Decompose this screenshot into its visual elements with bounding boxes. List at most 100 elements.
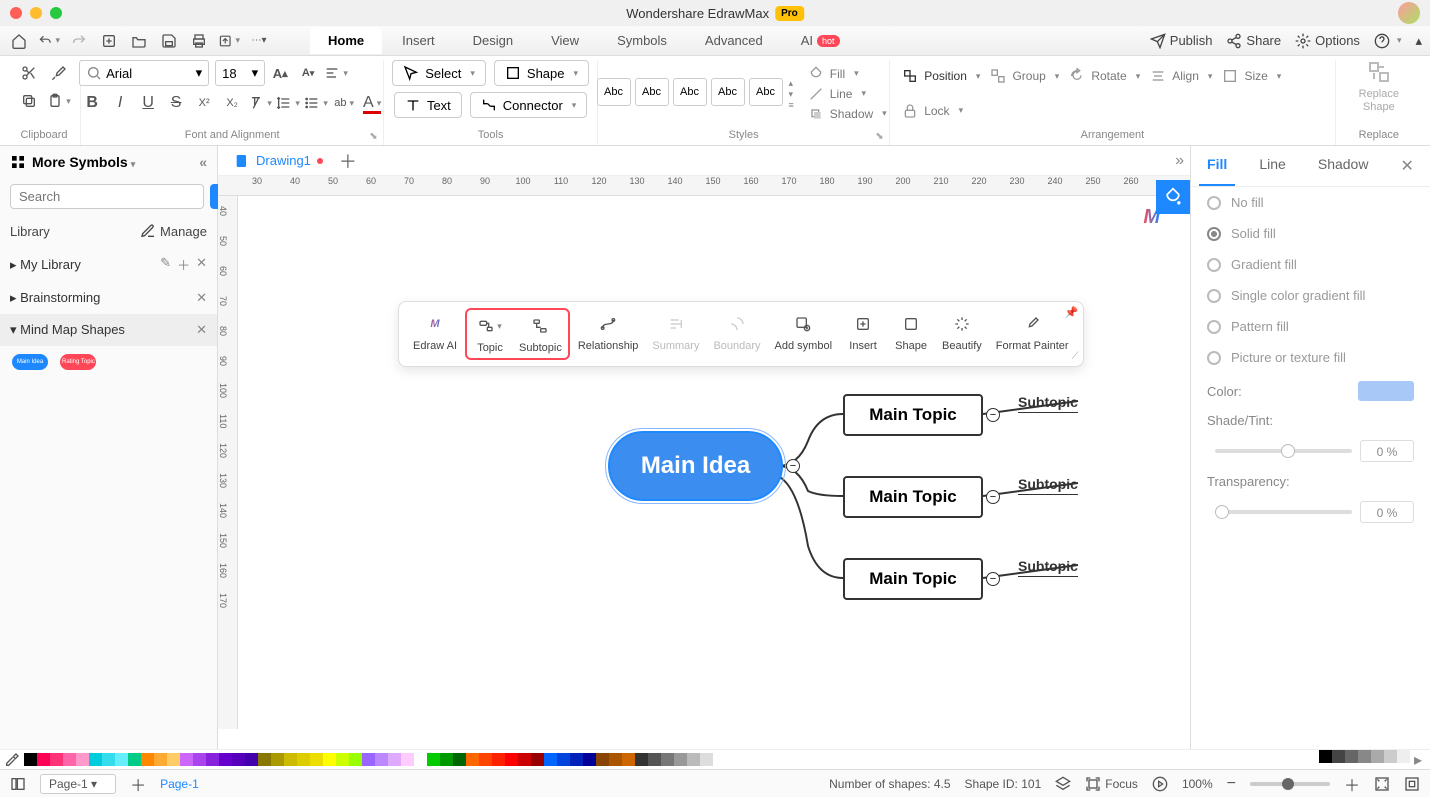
line-spacing[interactable] xyxy=(275,90,301,116)
node-sub-2[interactable]: Subtopic xyxy=(1018,394,1078,413)
opt-pattern[interactable]: Pattern fill xyxy=(1191,311,1430,342)
color-swatch-50[interactable] xyxy=(674,753,687,766)
shade-slider[interactable] xyxy=(1215,449,1352,453)
trans-slider[interactable] xyxy=(1215,510,1352,514)
user-avatar[interactable] xyxy=(1398,2,1420,24)
section-mindmap[interactable]: ▾ Mind Map Shapes✕ xyxy=(0,314,217,346)
copy-button[interactable] xyxy=(16,88,42,114)
color-gray2[interactable] xyxy=(1345,750,1358,763)
color-swatch-36[interactable] xyxy=(492,753,505,766)
style-preset-1[interactable]: Abc xyxy=(597,78,631,106)
color-swatch-31[interactable] xyxy=(427,753,440,766)
section-mylibrary[interactable]: ▸ My Library✎＋✕ xyxy=(0,247,217,282)
font-size-combo[interactable]: 18▾ xyxy=(215,60,265,86)
trans-value[interactable]: 0 % xyxy=(1360,501,1414,523)
undo-button[interactable] xyxy=(38,30,60,52)
maximize-window[interactable] xyxy=(50,7,62,19)
node-main-idea[interactable]: Main Idea xyxy=(608,431,783,501)
color-swatch-8[interactable] xyxy=(128,753,141,766)
color-swatch-1[interactable] xyxy=(37,753,50,766)
lock-dropdown[interactable]: Lock xyxy=(898,101,967,121)
fill-dropdown[interactable]: Fill xyxy=(804,64,891,84)
color-swatch-15[interactable] xyxy=(219,753,232,766)
color-swatch-52[interactable] xyxy=(700,753,713,766)
subscript-button[interactable]: X₂ xyxy=(219,90,245,116)
font-family-combo[interactable]: Arial▾ xyxy=(79,60,209,86)
color-swatch-29[interactable] xyxy=(401,753,414,766)
ctx-beautify[interactable]: Beautify xyxy=(936,308,988,360)
fullscreen[interactable] xyxy=(1404,776,1420,792)
color-swatch-10[interactable] xyxy=(154,753,167,766)
text-case[interactable]: ab xyxy=(331,90,357,116)
topic3-handle[interactable]: − xyxy=(986,572,1000,586)
ctx-relationship[interactable]: Relationship xyxy=(572,308,645,360)
help-button[interactable] xyxy=(1374,33,1402,49)
share-button[interactable]: Share xyxy=(1226,33,1281,49)
color-swatch-21[interactable] xyxy=(297,753,310,766)
mindmap-close-icon[interactable]: ✕ xyxy=(196,322,207,338)
colorbar-scroll[interactable]: ▸ xyxy=(1410,750,1426,770)
color-black[interactable] xyxy=(1319,750,1332,763)
color-swatch-2[interactable] xyxy=(50,753,63,766)
color-swatch-46[interactable] xyxy=(622,753,635,766)
style-preset-5[interactable]: Abc xyxy=(749,78,783,106)
rotate-dropdown[interactable]: Rotate xyxy=(1065,66,1144,86)
color-gray3[interactable] xyxy=(1358,750,1371,763)
shape-rating-topic[interactable]: Rating Topic xyxy=(60,354,96,370)
color-swatch-12[interactable] xyxy=(180,753,193,766)
color-swatch-11[interactable] xyxy=(167,753,180,766)
tab-symbols[interactable]: Symbols xyxy=(599,27,685,54)
group-dropdown[interactable]: Group xyxy=(986,66,1063,86)
paste-button[interactable] xyxy=(46,88,72,114)
color-swatch-17[interactable] xyxy=(245,753,258,766)
select-tool[interactable]: Select xyxy=(392,60,486,86)
styles-launcher[interactable]: ⬊ xyxy=(875,131,887,143)
color-swatch-0[interactable] xyxy=(24,753,37,766)
color-swatch-18[interactable] xyxy=(258,753,271,766)
color-swatch-5[interactable] xyxy=(89,753,102,766)
ctx-insert[interactable]: Insert xyxy=(840,308,886,360)
qat-more[interactable]: ⋯▾ xyxy=(248,30,270,52)
node-topic-1[interactable]: Main Topic xyxy=(843,394,983,436)
underline-button[interactable]: U xyxy=(135,90,161,116)
color-swatch-39[interactable] xyxy=(531,753,544,766)
library-label[interactable]: Library xyxy=(10,223,50,239)
color-swatch-16[interactable] xyxy=(232,753,245,766)
expand-right-pane[interactable]: » xyxy=(1175,152,1184,170)
color-swatch-28[interactable] xyxy=(388,753,401,766)
node-topic-3[interactable]: Main Topic xyxy=(843,558,983,600)
style-preset-2[interactable]: Abc xyxy=(635,78,669,106)
color-swatch-35[interactable] xyxy=(479,753,492,766)
shade-value[interactable]: 0 % xyxy=(1360,440,1414,462)
color-swatch-30[interactable] xyxy=(414,753,427,766)
color-swatch-48[interactable] xyxy=(648,753,661,766)
topic2-handle[interactable]: − xyxy=(986,490,1000,504)
color-swatch-34[interactable] xyxy=(466,753,479,766)
format-painter-button[interactable] xyxy=(46,60,72,86)
style-preset-4[interactable]: Abc xyxy=(711,78,745,106)
color-swatch-4[interactable] xyxy=(76,753,89,766)
color-swatch-22[interactable] xyxy=(310,753,323,766)
color-swatch-23[interactable] xyxy=(323,753,336,766)
increase-font[interactable]: A▴ xyxy=(267,60,293,86)
page-selector[interactable]: Page-1 ▾ xyxy=(40,774,116,794)
rp-close[interactable]: ✕ xyxy=(1393,146,1422,186)
manage-link[interactable]: Manage xyxy=(140,223,207,239)
focus-button[interactable]: Focus xyxy=(1085,776,1138,792)
add-page[interactable]: ＋ xyxy=(130,772,146,796)
style-expand[interactable]: ≡ xyxy=(789,100,794,110)
style-preset-3[interactable]: Abc xyxy=(673,78,707,106)
opt-nofill[interactable]: No fill xyxy=(1191,187,1430,218)
color-picker[interactable] xyxy=(1358,381,1414,401)
redo-button[interactable] xyxy=(68,30,90,52)
zoom-slider[interactable] xyxy=(1250,782,1330,786)
color-gray5[interactable] xyxy=(1384,750,1397,763)
rp-tab-line[interactable]: Line xyxy=(1251,146,1293,186)
color-swatch-19[interactable] xyxy=(271,753,284,766)
replace-shape-button[interactable]: Replace Shape xyxy=(1344,88,1414,114)
color-swatch-37[interactable] xyxy=(505,753,518,766)
mylib-edit-icon[interactable]: ✎ xyxy=(160,255,171,274)
close-window[interactable] xyxy=(10,7,22,19)
color-gray1[interactable] xyxy=(1332,750,1345,763)
color-swatch-42[interactable] xyxy=(570,753,583,766)
